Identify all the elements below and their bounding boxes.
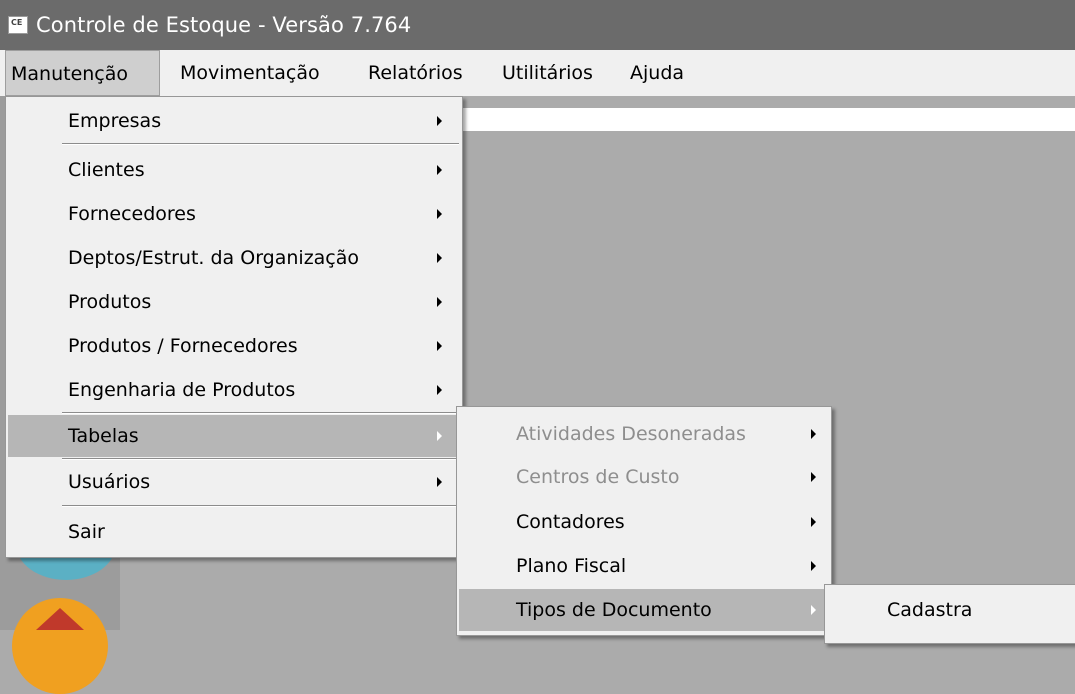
submenu-arrow-icon [811,472,816,482]
menu-item-label: Usuários [68,471,151,493]
menu-utilitarios[interactable]: Utilitários [502,50,593,96]
menu-separator [62,505,459,507]
menu-item-label: Fornecedores [68,203,196,225]
menu-item-label: Centros de Custo [516,466,680,488]
menu-item-label: Atividades Desoneradas [516,423,746,445]
menu-item-label: Sair [68,521,105,543]
menu-item-tipos-de-documento[interactable]: Tipos de Documento [459,589,829,631]
menu-ajuda[interactable]: Ajuda [630,50,684,96]
submenu-arrow-icon [811,561,816,571]
menu-relatorios[interactable]: Relatórios [368,50,463,96]
menu-item-tabelas[interactable]: Tabelas [8,415,460,457]
menu-item-clientes[interactable]: Clientes [8,149,460,191]
submenu-arrow-icon [811,517,816,527]
submenu-arrow-icon [437,431,442,441]
menu-item-fornecedores[interactable]: Fornecedores [8,193,460,235]
submenu-arrow-icon [437,209,442,219]
submenu-arrow-icon [437,385,442,395]
menu-item-atividades-desoneradas: Atividades Desoneradas [459,413,829,455]
menu-bar: Manutenção Movimentação Relatórios Utili… [0,50,1075,96]
menu-item-label: Tabelas [68,425,139,447]
window-title: Controle de Estoque - Versão 7.764 [36,13,412,37]
submenu-arrow-icon [811,429,816,439]
menu-item-contadores[interactable]: Contadores [459,501,829,543]
manutencao-dropdown: Empresas Clientes Fornecedores Deptos/Es… [5,96,463,558]
tipos-documento-submenu: Cadastra [824,584,1075,644]
menu-separator [62,143,459,145]
tabelas-submenu: Atividades Desoneradas Centros de Custo … [456,406,832,636]
submenu-arrow-icon [437,477,442,487]
menu-item-engenharia[interactable]: Engenharia de Produtos [8,369,460,411]
menu-item-empresas[interactable]: Empresas [8,100,460,142]
menu-movimentacao[interactable]: Movimentação [180,50,320,96]
menu-item-sair[interactable]: Sair [8,511,460,553]
menu-separator [62,458,459,460]
menu-item-label: Plano Fiscal [516,555,627,577]
menu-item-label: Contadores [516,511,625,533]
menu-item-label: Tipos de Documento [516,599,712,621]
menu-manutencao[interactable]: Manutenção [5,50,160,96]
menu-item-label: Clientes [68,159,145,181]
menu-item-label: Cadastra [887,599,973,621]
submenu-arrow-icon [437,165,442,175]
submenu-arrow-icon [811,605,816,615]
toolbar-strip [462,108,1075,131]
menu-item-usuarios[interactable]: Usuários [8,461,460,503]
menu-item-label: Deptos/Estrut. da Organização [68,247,360,269]
menu-item-plano-fiscal[interactable]: Plano Fiscal [459,545,829,587]
home-shortcut-icon[interactable] [12,598,108,694]
title-bar: CE Controle de Estoque - Versão 7.764 [0,0,1075,50]
menu-item-deptos[interactable]: Deptos/Estrut. da Organização [8,237,460,279]
app-icon: CE [8,16,28,34]
menu-item-label: Engenharia de Produtos [68,379,296,401]
submenu-arrow-icon [437,297,442,307]
menu-item-produtos[interactable]: Produtos [8,281,460,323]
menu-item-produtos-fornecedores[interactable]: Produtos / Fornecedores [8,325,460,367]
submenu-arrow-icon [437,341,442,351]
menu-item-label: Produtos [68,291,152,313]
menu-item-label: Empresas [68,110,162,132]
house-icon [36,608,84,630]
menu-item-label: Produtos / Fornecedores [68,335,298,357]
menu-item-cadastra[interactable]: Cadastra [825,589,1075,631]
submenu-arrow-icon [437,253,442,263]
menu-item-centros-de-custo: Centros de Custo [459,456,829,498]
submenu-arrow-icon [437,116,442,126]
menu-separator [62,412,459,414]
